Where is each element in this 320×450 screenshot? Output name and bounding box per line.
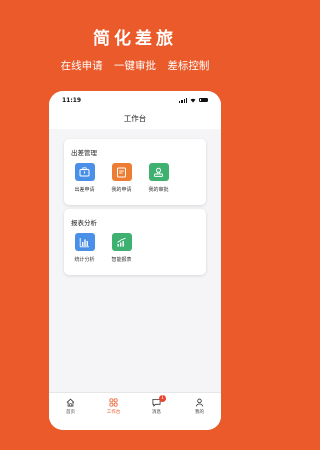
section-title: 报表分析	[71, 219, 97, 227]
tile-my-applications[interactable]: 我的申请	[103, 163, 140, 193]
promo-subtitle: 在线申请 一键审批 差标控制	[0, 58, 270, 73]
home-icon	[66, 398, 75, 407]
status-time: 11:19	[62, 96, 82, 104]
section-title: 出差管理	[71, 149, 97, 157]
phone-screen: 11:19 工作台 出差管理 出差申请 我的申请 我的审批 报表分析 统计分析 …	[49, 91, 221, 430]
tile-label: 我的申请	[111, 187, 132, 193]
promo-subtitle-item: 一键审批	[114, 60, 156, 72]
status-bar: 11:19	[49, 91, 221, 109]
trend-chart-icon	[111, 233, 132, 251]
tile-my-approvals[interactable]: 我的审批	[140, 163, 177, 193]
bar-chart-icon	[74, 233, 95, 251]
message-badge: 1	[159, 395, 166, 402]
tab-messages[interactable]: 1 消息	[135, 393, 178, 430]
tab-workbench[interactable]: 工作台	[92, 393, 135, 430]
tile-travel-application[interactable]: 出差申请	[66, 163, 103, 193]
tile-smart-reports[interactable]: 智能报表	[103, 233, 140, 263]
tab-profile[interactable]: 我的	[178, 393, 221, 430]
tab-bar: 首页 工作台 1 消息 我的	[49, 392, 221, 430]
promo-subtitle-item: 在线申请	[60, 60, 103, 72]
grid-icon	[109, 398, 118, 407]
document-icon	[111, 163, 132, 181]
stamp-icon	[148, 163, 169, 181]
tab-label: 首页	[66, 410, 75, 415]
promo-title: 简化差旅	[93, 29, 177, 49]
tile-label: 统计分析	[74, 257, 95, 263]
tab-label: 我的	[195, 410, 204, 415]
wifi-icon	[190, 98, 196, 102]
tab-label: 消息	[152, 410, 161, 415]
tab-home[interactable]: 首页	[49, 393, 92, 430]
promo-subtitle-item: 差标控制	[167, 60, 210, 72]
tile-label: 我的审批	[148, 187, 169, 193]
battery-icon	[199, 97, 208, 103]
section-report-analysis: 报表分析 统计分析 智能报表	[64, 209, 206, 275]
page-title: 工作台	[49, 109, 221, 129]
tab-label: 工作台	[106, 410, 121, 415]
section-travel-management: 出差管理 出差申请 我的申请 我的审批	[64, 139, 206, 205]
tile-label: 智能报表	[111, 257, 132, 263]
user-icon	[195, 398, 204, 407]
tile-statistics[interactable]: 统计分析	[66, 233, 103, 263]
tile-label: 出差申请	[74, 187, 95, 193]
signal-icon	[179, 98, 187, 103]
suitcase-icon	[74, 163, 95, 181]
